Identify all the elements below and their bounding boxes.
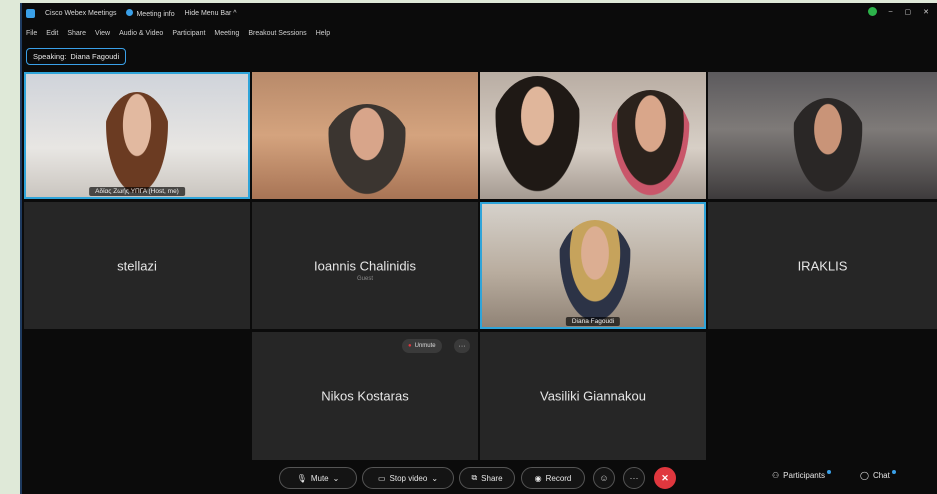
control-bar: 🎙 Mute ⌄ ▭ Stop video ⌄ ⧉ Share ◉ Record… xyxy=(22,460,937,494)
participant-video xyxy=(490,76,585,199)
notification-dot xyxy=(891,469,896,474)
video-tile-3[interactable] xyxy=(480,72,706,199)
record-icon: ◉ xyxy=(534,473,542,483)
participant-caption: Aδίας Ζωής ΥΠΓΑ (Host, me) xyxy=(89,187,185,196)
title-bar: Cisco Webex Meetings Meeting info Hide M… xyxy=(22,3,937,23)
menu-share[interactable]: Share xyxy=(67,30,86,37)
participant-video xyxy=(102,92,172,199)
video-tile-host[interactable]: Aδίας Ζωής ΥΠΓΑ (Host, me) xyxy=(24,72,250,199)
menu-bar: File Edit Share View Audio & Video Parti… xyxy=(22,24,330,42)
status-icon[interactable] xyxy=(867,7,877,16)
participant-video xyxy=(322,104,412,199)
chevron-down-icon: ⌄ xyxy=(332,473,340,483)
participant-name: Ioannis Chalinidis xyxy=(314,258,416,273)
webex-window: Cisco Webex Meetings Meeting info Hide M… xyxy=(20,3,937,494)
menu-breakout-sessions[interactable]: Breakout Sessions xyxy=(248,30,306,37)
menu-file[interactable]: File xyxy=(26,30,37,37)
more-icon: ··· xyxy=(629,473,639,483)
end-meeting-button[interactable]: ✕ xyxy=(654,467,676,489)
participants-icon: ⚇ xyxy=(772,471,780,480)
speaking-name: Diana Fagoudi xyxy=(70,52,120,61)
webex-logo-icon xyxy=(26,8,35,18)
info-icon xyxy=(126,8,134,16)
minimize-button[interactable]: – xyxy=(889,8,893,15)
menu-edit[interactable]: Edit xyxy=(46,30,58,37)
share-icon: ⧉ xyxy=(471,473,478,482)
menu-view[interactable]: View xyxy=(95,30,110,37)
video-tile-vasiliki[interactable]: Vasiliki Giannakou xyxy=(480,332,706,460)
chat-button[interactable]: ◯ Chat xyxy=(860,469,896,480)
menu-meeting[interactable]: Meeting xyxy=(214,30,239,37)
participant-video xyxy=(608,90,693,199)
participant-role: Guest xyxy=(356,275,373,282)
participant-name: IRAKLIS xyxy=(797,258,848,273)
mute-button[interactable]: 🎙 Mute ⌄ xyxy=(279,467,357,489)
video-tile-empty xyxy=(708,332,937,460)
smiley-icon: ☺ xyxy=(599,473,609,483)
unmute-chip[interactable]: ● Unmute xyxy=(402,339,442,353)
participants-button[interactable]: ⚇ Participants xyxy=(772,469,831,480)
stop-video-button[interactable]: ▭ Stop video ⌄ xyxy=(362,467,454,489)
video-tile-2[interactable] xyxy=(252,72,478,199)
video-tile-nikos[interactable]: Nikos Kostaras xyxy=(252,332,478,460)
reactions-button[interactable]: ☺ xyxy=(593,467,615,489)
menu-help[interactable]: Help xyxy=(316,30,330,37)
record-button[interactable]: ◉ Record xyxy=(521,467,585,489)
participant-name: Vasiliki Giannakou xyxy=(540,388,646,404)
menu-participant[interactable]: Participant xyxy=(172,30,205,37)
more-options-button[interactable]: ··· xyxy=(623,467,645,489)
share-button[interactable]: ⧉ Share xyxy=(459,467,515,489)
speaking-label: Speaking: xyxy=(33,52,67,61)
microphone-icon: 🎙 xyxy=(296,473,307,483)
chat-icon: ◯ xyxy=(860,471,869,480)
menu-audio-video[interactable]: Audio & Video xyxy=(119,30,163,37)
restore-button[interactable]: ▢ xyxy=(905,8,912,16)
unmute-label: Unmute xyxy=(414,343,436,349)
meeting-info-button[interactable]: Meeting info xyxy=(126,8,175,18)
close-button[interactable]: ✕ xyxy=(923,8,929,16)
video-tile-stellazi[interactable]: stellazi xyxy=(24,202,250,329)
participant-caption: Diana Fagoudi xyxy=(565,317,621,326)
chevron-down-icon: ⌄ xyxy=(431,473,439,483)
notification-dot xyxy=(826,469,831,474)
participant-video xyxy=(788,98,868,199)
video-tile-diana[interactable]: Diana Fagoudi xyxy=(480,202,706,329)
video-tile-iraklis[interactable]: IRAKLIS xyxy=(708,202,937,329)
app-title: Cisco Webex Meetings xyxy=(45,9,117,17)
more-options-chip[interactable]: ··· xyxy=(454,339,470,353)
video-tile-ioannis[interactable]: Ioannis Chalinidis Guest xyxy=(252,202,478,329)
participant-video xyxy=(555,220,635,329)
mic-muted-icon: ● xyxy=(408,343,412,349)
close-icon: ✕ xyxy=(661,472,669,483)
camera-icon: ▭ xyxy=(377,473,386,483)
participant-name: stellazi xyxy=(117,258,157,273)
hide-menu-bar-button[interactable]: Hide Menu Bar ^ xyxy=(185,10,237,17)
video-tile-empty xyxy=(24,332,250,460)
participant-name: Nikos Kostaras xyxy=(321,388,409,404)
video-tile-4[interactable] xyxy=(708,72,937,199)
speaking-indicator: Speaking: Diana Fagoudi xyxy=(26,48,127,65)
